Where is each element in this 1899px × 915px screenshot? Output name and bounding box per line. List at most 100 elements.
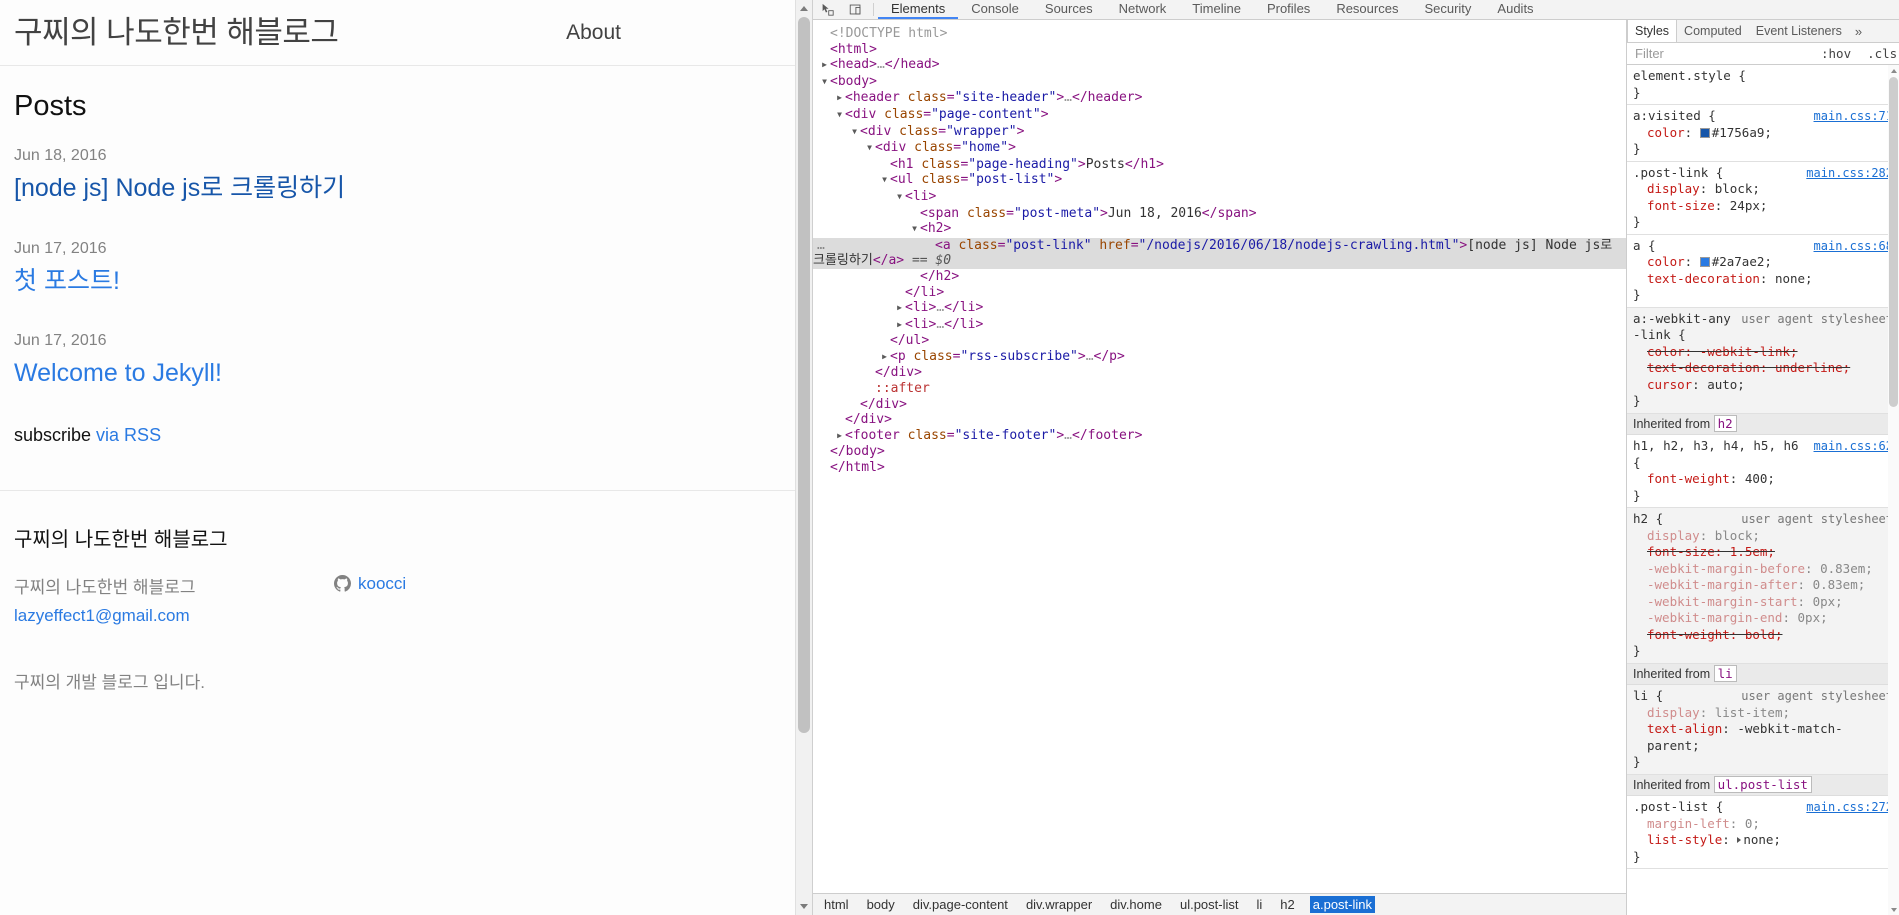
style-declaration[interactable]: font-size: 24px; [1633,198,1893,215]
style-rule-selector[interactable]: a:visited { [1633,108,1716,125]
style-rule-selector[interactable]: h2 { [1633,511,1663,528]
breadcrumb-item[interactable]: html [821,896,852,913]
scroll-down-arrow-icon[interactable] [796,898,812,915]
tree-twisty-icon[interactable] [894,300,905,317]
styles-scroll-down-icon[interactable] [1888,904,1899,915]
style-rule-origin[interactable]: main.css:71 [1808,108,1893,125]
style-rule-origin[interactable]: main.css:62 [1808,438,1893,455]
style-declaration[interactable]: color: #1756a9; [1633,125,1893,142]
style-rule-selector[interactable]: element.style { [1633,68,1746,85]
dom-node[interactable]: ::after [813,381,1626,397]
style-rule[interactable]: h1, h2, h3, h4, h5, h6 {main.css:62 font-… [1627,435,1899,508]
tab-timeline[interactable]: Timeline [1179,0,1254,19]
dom-node[interactable]: </h2> [813,269,1626,285]
style-rule[interactable]: a {main.css:68 color: #2a7ae2; text-decora… [1627,234,1899,308]
post-link[interactable]: [node js] Node js로 크롤링하기 [14,173,774,204]
color-scheme-icon[interactable] [1855,49,1863,58]
scroll-up-arrow-icon[interactable] [796,0,812,17]
color-swatch[interactable] [1699,257,1710,267]
tree-twisty-icon[interactable] [819,74,830,91]
dom-node[interactable]: </div> [813,412,1626,428]
style-declaration[interactable]: display: block; [1633,181,1893,198]
dom-node[interactable]: <header class="site-header">…</header> [813,90,1626,107]
style-declaration[interactable]: font-size: 1.5em; [1633,544,1893,561]
tree-twisty-icon[interactable] [909,221,920,238]
dom-node[interactable]: <li> [813,189,1626,206]
dom-tree[interactable]: <!DOCTYPE html><html><head>…</head><body… [813,20,1626,893]
style-rule-selector[interactable]: h1, h2, h3, h4, h5, h6 { [1633,438,1808,471]
dom-node[interactable]: <footer class="site-footer">…</footer> [813,428,1626,445]
element-classes-button[interactable]: .cls [1867,46,1897,61]
style-rule-selector[interactable]: a:-webkit-any-link { [1633,311,1735,344]
tab-sources[interactable]: Sources [1032,0,1106,19]
styles-filter-input[interactable] [1633,45,1813,62]
breadcrumb-item[interactable]: h2 [1277,896,1297,913]
dom-node[interactable]: </li> [813,285,1626,301]
page-vertical-scrollbar[interactable] [795,0,812,915]
color-swatch[interactable] [1699,127,1710,138]
github-username-link[interactable]: koocci [358,574,406,594]
style-declaration[interactable]: margin-left: 0; [1633,816,1893,833]
social-item-github[interactable]: koocci [334,574,614,594]
tab-computed[interactable]: Computed [1677,20,1749,42]
dom-node[interactable]: </html> [813,460,1626,476]
style-declaration[interactable]: -webkit-margin-end: 0px; [1633,610,1893,627]
tab-profiles[interactable]: Profiles [1254,0,1323,19]
style-rule-selector[interactable]: li { [1633,688,1663,705]
breadcrumb-item[interactable]: body [864,896,898,913]
style-declaration[interactable]: color: #2a7ae2; [1633,254,1893,271]
dom-node[interactable]: <head>…</head> [813,57,1626,74]
style-rule[interactable]: li {user agent stylesheet display: list-i… [1627,685,1899,775]
styles-scrollbar-thumb[interactable] [1889,77,1898,407]
dom-node[interactable]: <html> [813,42,1626,58]
style-declaration[interactable]: font-weight: 400; [1633,471,1893,488]
dom-node[interactable]: <div class="wrapper"> [813,124,1626,141]
tab-network[interactable]: Network [1106,0,1180,19]
dom-node[interactable]: <h2> [813,221,1626,238]
more-tabs-icon[interactable]: » [1849,20,1868,42]
style-rule[interactable]: .post-link {main.css:282 display: block; f… [1627,161,1899,235]
breadcrumb-item[interactable]: a.post-link [1309,896,1375,913]
style-rule-selector[interactable]: .post-list { [1633,799,1723,816]
style-declaration[interactable]: color: -webkit-link; [1633,344,1893,361]
dom-node[interactable]: <p class="rss-subscribe">…</p> [813,349,1626,366]
tab-event-listeners[interactable]: Event Listeners [1749,20,1849,42]
dom-node[interactable]: <ul class="post-list"> [813,172,1626,189]
tab-elements[interactable]: Elements [878,0,959,19]
style-rule[interactable]: element.style {} [1627,65,1899,105]
style-rule-selector[interactable]: .post-link { [1633,165,1723,182]
breadcrumb-item[interactable]: div.home [1107,896,1165,913]
style-declaration[interactable]: -webkit-margin-start: 0px; [1633,594,1893,611]
style-declaration[interactable]: text-align: -webkit-match-parent; [1633,721,1893,754]
breadcrumb-item[interactable]: div.wrapper [1023,896,1095,913]
style-declaration[interactable]: display: block; [1633,528,1893,545]
style-rule-origin[interactable]: main.css:68 [1808,238,1893,255]
dom-node[interactable]: <div class="home"> [813,140,1626,157]
dom-node[interactable]: <h1 class="page-heading">Posts</h1> [813,157,1626,173]
style-declaration[interactable]: text-decoration: underline; [1633,360,1893,377]
breadcrumb[interactable]: html body div.page-content div.wrapper div.h… [813,893,1626,915]
toggle-pseudo-states-button[interactable]: :hov [1821,46,1851,61]
styles-scroll-up-icon[interactable] [1888,65,1899,76]
style-declaration[interactable]: -webkit-margin-before: 0.83em; [1633,561,1893,578]
breadcrumb-item[interactable]: ul.post-list [1177,896,1242,913]
breadcrumb-item[interactable]: li [1254,896,1266,913]
style-rule-origin[interactable]: main.css:272 [1800,799,1893,816]
expand-shorthand-icon[interactable] [1737,837,1742,843]
dom-node[interactable]: </ul> [813,333,1626,349]
dom-node[interactable]: <body> [813,74,1626,91]
inspect-element-icon[interactable] [813,0,841,19]
tree-twisty-icon[interactable] [894,317,905,334]
tree-twisty-icon[interactable] [834,90,845,107]
dom-node[interactable]: <li>…</li> [813,300,1626,317]
nav-link-about[interactable]: About [566,21,621,44]
tree-twisty-icon[interactable] [879,172,890,189]
dom-node-selected[interactable]: <a class="post-link" href="/nodejs/2016/… [813,237,1626,269]
style-rule[interactable]: a:-webkit-any-link {user agent styleshee… [1627,307,1899,414]
style-declaration[interactable]: display: list-item; [1633,705,1893,722]
tree-twisty-icon[interactable] [849,124,860,141]
styles-rule-list[interactable]: element.style {} a:visited {main.css:71 co… [1627,65,1899,915]
tree-twisty-icon[interactable] [879,349,890,366]
style-declaration[interactable]: font-weight: bold; [1633,627,1893,644]
tab-resources[interactable]: Resources [1323,0,1411,19]
